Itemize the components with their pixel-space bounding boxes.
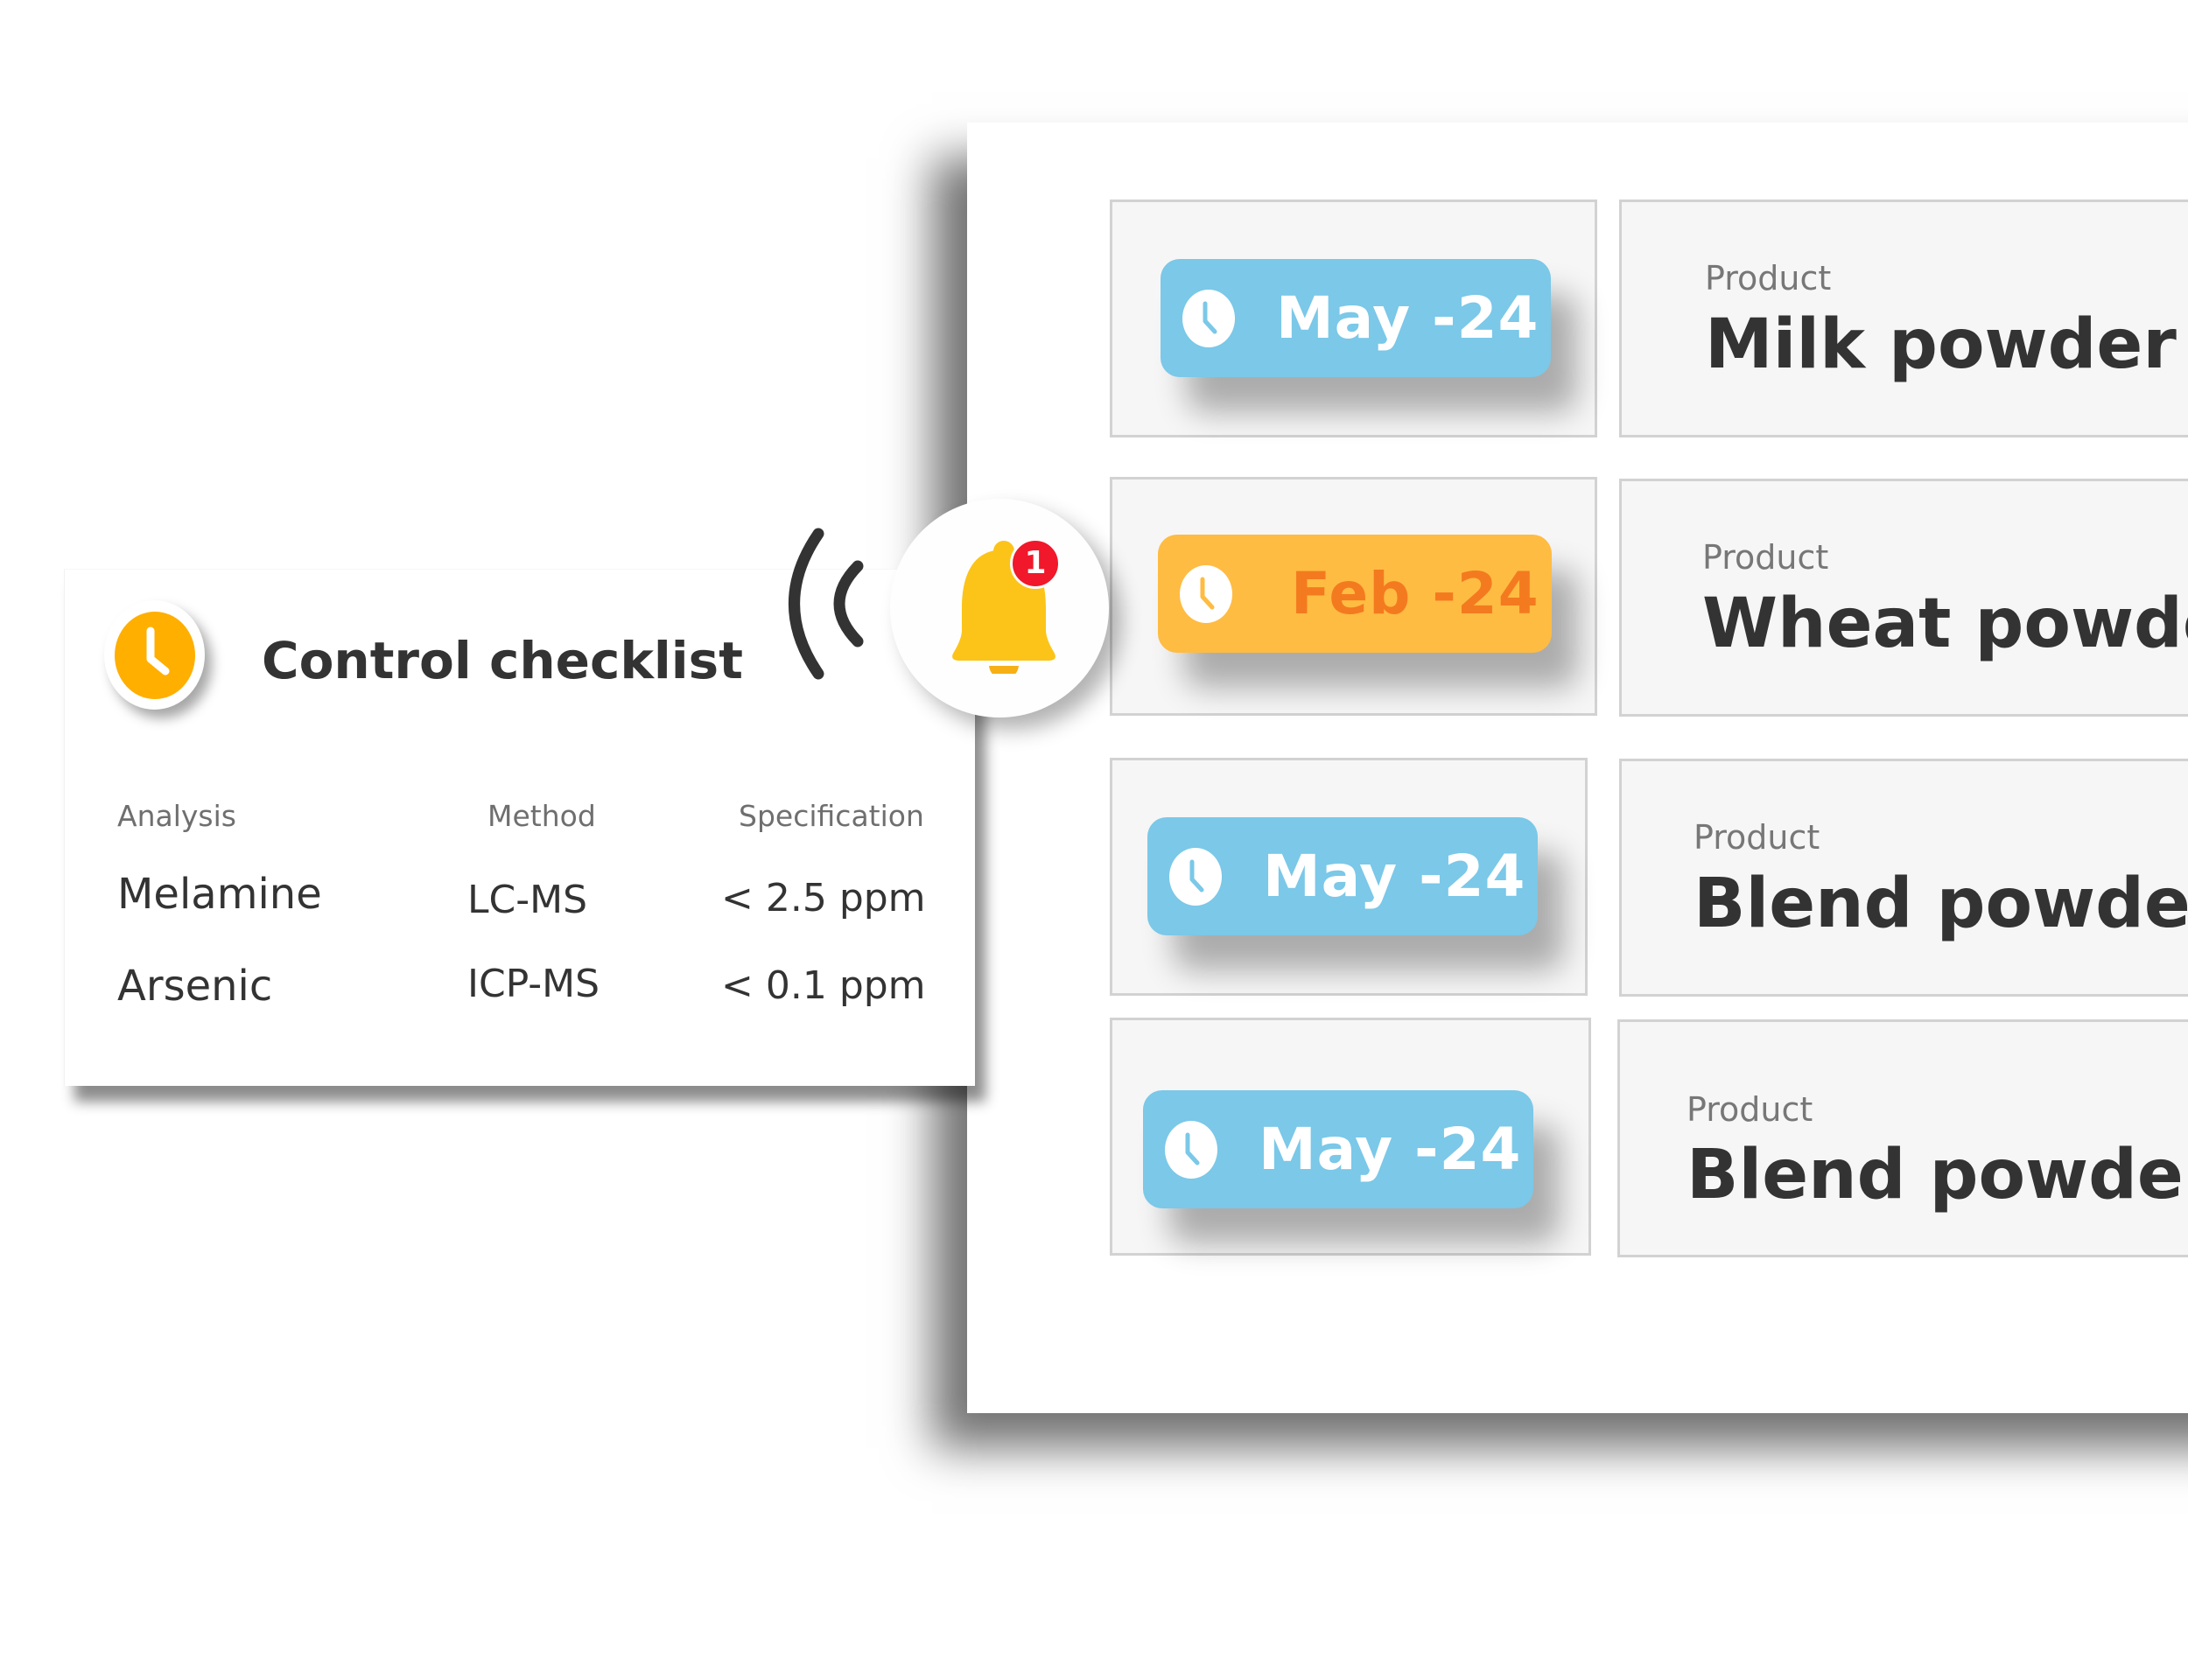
clock-icon bbox=[1180, 564, 1232, 623]
analysis-cell: Arsenic bbox=[117, 962, 273, 1011]
product-cell[interactable]: Product Blend powder 6 bbox=[1617, 1019, 2188, 1257]
specification-cell: < 0.1 ppm bbox=[721, 963, 926, 1008]
date-cell: May -24 bbox=[1110, 1018, 1591, 1256]
column-header-method: Method bbox=[487, 799, 596, 833]
sound-waves-icon bbox=[789, 528, 864, 680]
date-badge[interactable]: May -24 bbox=[1147, 817, 1538, 935]
column-header-specification: Specification bbox=[739, 799, 924, 833]
clock-icon bbox=[104, 600, 205, 710]
card-title: Control checklist bbox=[262, 631, 743, 690]
clock-icon bbox=[1165, 1120, 1217, 1179]
product-name: Milk powder 60 bbox=[1705, 305, 2188, 384]
product-label: Product bbox=[1694, 818, 1820, 857]
date-text: May -24 bbox=[1259, 1116, 1522, 1183]
notification-button[interactable]: 1 bbox=[890, 499, 1109, 718]
date-text: Feb -24 bbox=[1291, 560, 1539, 627]
product-name: Blend powder 6 bbox=[1694, 864, 2188, 943]
date-cell: Feb -24 bbox=[1110, 477, 1597, 716]
product-cell[interactable]: Product Blend powder 6 bbox=[1619, 759, 2188, 997]
product-label: Product bbox=[1705, 259, 1832, 298]
clock-icon bbox=[1169, 847, 1222, 906]
method-cell: LC-MS bbox=[467, 878, 588, 922]
method-cell: ICP-MS bbox=[467, 962, 600, 1006]
date-text: May -24 bbox=[1276, 284, 1539, 352]
date-badge[interactable]: May -24 bbox=[1143, 1090, 1533, 1208]
date-cell: May -24 bbox=[1110, 200, 1597, 438]
specification-cell: < 2.5 ppm bbox=[721, 876, 926, 920]
product-name: Wheat powder bbox=[1702, 584, 2188, 663]
date-badge[interactable]: May -24 bbox=[1161, 259, 1551, 377]
date-text: May -24 bbox=[1263, 843, 1526, 910]
notification-count-badge: 1 bbox=[1010, 538, 1061, 589]
column-header-analysis: Analysis bbox=[117, 799, 236, 833]
date-badge[interactable]: Feb -24 bbox=[1158, 535, 1552, 653]
product-label: Product bbox=[1687, 1090, 1813, 1129]
product-name: Blend powder 6 bbox=[1687, 1136, 2188, 1214]
product-label: Product bbox=[1702, 538, 1829, 577]
date-cell: May -24 bbox=[1110, 758, 1588, 996]
clock-icon bbox=[1182, 289, 1235, 347]
product-cell[interactable]: Product Milk powder 60 bbox=[1619, 200, 2188, 438]
analysis-cell: Melamine bbox=[117, 870, 322, 919]
product-cell[interactable]: Product Wheat powder bbox=[1619, 479, 2188, 717]
